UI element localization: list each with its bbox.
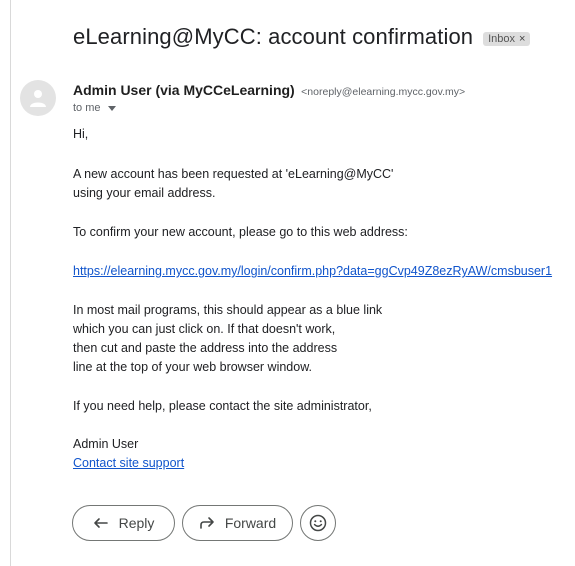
reply-label: Reply (118, 515, 155, 531)
sender-avatar[interactable] (20, 80, 56, 116)
emoji-reaction-button[interactable] (300, 505, 336, 541)
inbox-label-text: Inbox (488, 32, 516, 45)
para1-line2: using your email address. (73, 186, 216, 200)
signature: Admin User (73, 437, 139, 451)
forward-arrow-icon (200, 517, 214, 529)
reply-button[interactable]: Reply (72, 505, 175, 541)
support-link[interactable]: Contact site support (73, 454, 184, 473)
smiley-icon (309, 514, 327, 532)
recipient-text: to me (73, 102, 101, 114)
subject-row: eLearning@MyCC: account confirmation Inb… (73, 24, 531, 50)
person-icon (30, 90, 46, 107)
sender-email: <noreply@elearning.mycc.gov.my> (301, 86, 466, 98)
left-divider (10, 0, 11, 566)
inbox-label-chip[interactable]: Inbox × (483, 31, 531, 46)
forward-button[interactable]: Forward (182, 505, 293, 541)
recipient-row: to me (73, 102, 116, 114)
confirm-link[interactable]: https://elearning.mycc.gov.my/login/conf… (73, 262, 552, 281)
para3-line1: In most mail programs, this should appea… (73, 303, 383, 317)
greeting: Hi, (73, 127, 89, 141)
forward-label: Forward (224, 515, 277, 531)
email-subject: eLearning@MyCC: account confirmation (73, 24, 474, 49)
para3-line3: then cut and paste the address into the … (73, 341, 338, 355)
reply-arrow-icon (93, 518, 108, 528)
para3-line4: line at the top of your web browser wind… (73, 360, 313, 374)
chevron-down-icon[interactable] (107, 105, 116, 111)
sender-row: Admin User (via MyCCeLearning) <noreply@… (73, 82, 465, 100)
sender-name[interactable]: Admin User (via MyCCeLearning) (73, 82, 295, 98)
para3-line2: which you can just click on. If that doe… (73, 322, 336, 336)
para2: To confirm your new account, please go t… (73, 225, 408, 239)
para1-line1: A new account has been requested at 'eLe… (73, 167, 394, 181)
para4: If you need help, please contact the sit… (73, 399, 372, 413)
remove-label-icon[interactable]: × (519, 33, 525, 45)
